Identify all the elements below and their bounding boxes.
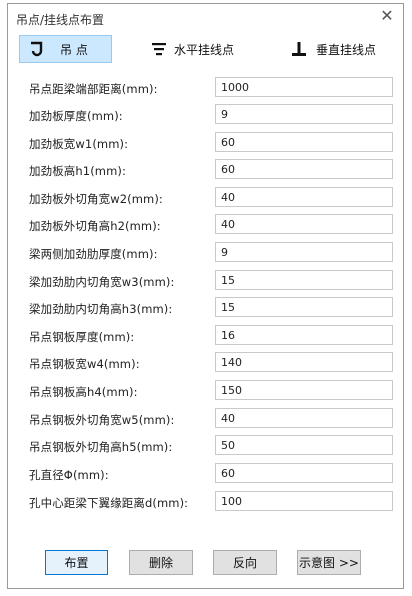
param-row: 吊点钢板厚度(mm): bbox=[8, 325, 403, 349]
param-input[interactable] bbox=[215, 325, 393, 345]
param-label: 加劲板厚度(mm): bbox=[29, 109, 123, 123]
tab-label: 吊 点 bbox=[60, 42, 88, 57]
param-row: 梁加劲肋内切角高h3(mm): bbox=[8, 297, 403, 321]
param-label: 吊点钢板外切角高h5(mm): bbox=[29, 440, 173, 454]
param-row: 吊点钢板高h4(mm): bbox=[8, 380, 403, 404]
param-label: 加劲板外切角宽w2(mm): bbox=[29, 192, 163, 206]
param-input[interactable] bbox=[215, 187, 393, 207]
diagram-button[interactable]: 示意图 >> bbox=[297, 550, 361, 575]
param-row: 吊点钢板宽w4(mm): bbox=[8, 352, 403, 376]
title-bar: 吊点/挂线点布置 ✕ bbox=[8, 4, 403, 32]
param-label: 吊点距梁端部距离(mm): bbox=[29, 82, 158, 96]
param-row: 加劲板外切角高h2(mm): bbox=[8, 214, 403, 238]
param-input[interactable] bbox=[215, 297, 393, 317]
param-row: 加劲板外切角宽w2(mm): bbox=[8, 187, 403, 211]
param-input[interactable] bbox=[215, 77, 393, 97]
param-input[interactable] bbox=[215, 242, 393, 262]
param-label: 孔中心距梁下翼缘距离d(mm): bbox=[29, 496, 189, 510]
param-label: 加劲板外切角高h2(mm): bbox=[29, 219, 161, 233]
param-label: 吊点钢板厚度(mm): bbox=[29, 330, 135, 344]
param-input[interactable] bbox=[215, 463, 393, 483]
param-input[interactable] bbox=[215, 159, 393, 179]
window-title: 吊点/挂线点布置 bbox=[16, 13, 105, 27]
param-row: 孔直径Φ(mm): bbox=[8, 463, 403, 487]
param-input[interactable] bbox=[215, 104, 393, 124]
param-label: 吊点钢板高h4(mm): bbox=[29, 385, 138, 399]
dialog-window: 吊点/挂线点布置 ✕ 吊 点 水平挂线点 垂直挂线点 吊点距梁端部距离(mm):… bbox=[7, 3, 404, 589]
param-input[interactable] bbox=[215, 270, 393, 290]
param-label: 孔直径Φ(mm): bbox=[29, 468, 109, 482]
param-input[interactable] bbox=[215, 408, 393, 428]
param-label: 梁加劲肋内切角宽w3(mm): bbox=[29, 275, 175, 289]
tab-label: 垂直挂线点 bbox=[316, 42, 377, 57]
param-row: 孔中心距梁下翼缘距离d(mm): bbox=[8, 491, 403, 515]
param-label: 加劲板宽w1(mm): bbox=[29, 137, 129, 151]
param-label: 加劲板高h1(mm): bbox=[29, 164, 126, 178]
place-button[interactable]: 布置 bbox=[45, 550, 108, 575]
param-row: 加劲板宽w1(mm): bbox=[8, 132, 403, 156]
param-input[interactable] bbox=[215, 380, 393, 400]
vertical-line-point-icon bbox=[288, 38, 310, 60]
param-input[interactable] bbox=[215, 435, 393, 455]
param-label: 吊点钢板外切角宽w5(mm): bbox=[29, 413, 175, 427]
delete-button[interactable]: 删除 bbox=[129, 550, 193, 575]
tab-bar: 吊 点 水平挂线点 垂直挂线点 bbox=[8, 35, 403, 65]
param-input[interactable] bbox=[215, 352, 393, 372]
param-label: 梁加劲肋内切角高h3(mm): bbox=[29, 302, 173, 316]
close-icon[interactable]: ✕ bbox=[379, 8, 395, 24]
tab-vertical-line-point[interactable]: 垂直挂线点 bbox=[288, 35, 398, 63]
param-row: 梁两侧加劲肋厚度(mm): bbox=[8, 242, 403, 266]
param-row: 吊点距梁端部距离(mm): bbox=[8, 77, 403, 101]
hook-icon bbox=[26, 38, 48, 60]
reverse-button[interactable]: 反向 bbox=[213, 550, 277, 575]
param-label: 吊点钢板宽w4(mm): bbox=[29, 357, 140, 371]
param-input[interactable] bbox=[215, 491, 393, 511]
tab-hoist-point[interactable]: 吊 点 bbox=[19, 35, 112, 63]
tab-label: 水平挂线点 bbox=[174, 42, 235, 57]
param-row: 吊点钢板外切角高h5(mm): bbox=[8, 435, 403, 459]
param-label: 梁两侧加劲肋厚度(mm): bbox=[29, 247, 158, 261]
param-row: 加劲板厚度(mm): bbox=[8, 104, 403, 128]
param-input[interactable] bbox=[215, 132, 393, 152]
param-row: 梁加劲肋内切角宽w3(mm): bbox=[8, 270, 403, 294]
param-row: 吊点钢板外切角宽w5(mm): bbox=[8, 408, 403, 432]
param-input[interactable] bbox=[215, 214, 393, 234]
horizontal-line-point-icon bbox=[148, 38, 170, 60]
tab-horizontal-line-point[interactable]: 水平挂线点 bbox=[148, 35, 258, 63]
param-row: 加劲板高h1(mm): bbox=[8, 159, 403, 183]
